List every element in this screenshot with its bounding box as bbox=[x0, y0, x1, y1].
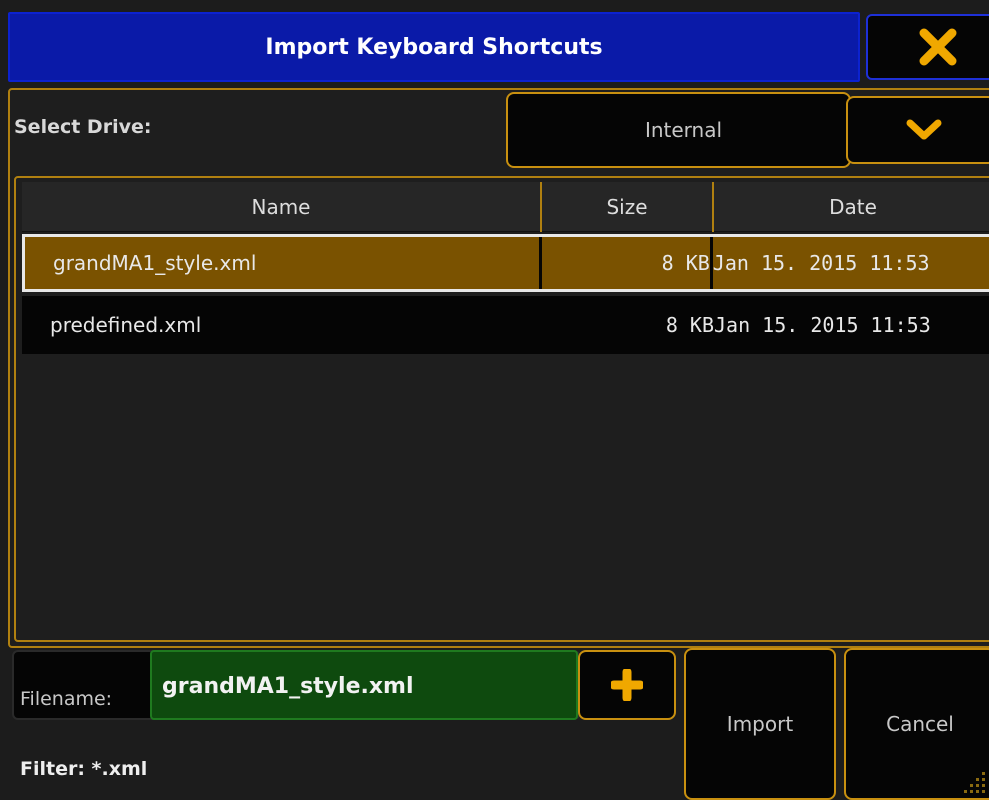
file-date: Jan 15. 2015 11:53 bbox=[714, 313, 931, 337]
file-list-header: Name Size Date bbox=[22, 182, 989, 232]
chevron-down-icon bbox=[906, 119, 942, 140]
file-size: 8 KB bbox=[665, 313, 714, 337]
drive-dropdown-button[interactable] bbox=[846, 96, 989, 164]
dialog-title: Import Keyboard Shortcuts bbox=[8, 12, 860, 82]
close-x-icon bbox=[919, 28, 957, 66]
column-header-size[interactable]: Size bbox=[542, 182, 714, 232]
file-row-selected[interactable]: grandMA1_style.xml 8 KB Jan 15. 2015 11:… bbox=[22, 234, 989, 292]
resize-grip-icon[interactable] bbox=[958, 768, 988, 798]
file-name: grandMA1_style.xml bbox=[25, 237, 542, 289]
close-button[interactable] bbox=[866, 14, 989, 80]
plus-icon bbox=[611, 669, 643, 701]
column-header-name[interactable]: Name bbox=[22, 182, 542, 232]
file-name: predefined.xml bbox=[50, 313, 202, 337]
file-list: Name Size Date grandMA1_style.xml 8 KB J… bbox=[14, 176, 989, 642]
file-row[interactable]: predefined.xml 8 KB Jan 15. 2015 11:53 bbox=[22, 296, 989, 354]
file-size: 8 KB bbox=[542, 237, 713, 289]
column-header-date[interactable]: Date bbox=[714, 182, 989, 232]
drive-select[interactable]: Internal bbox=[506, 92, 851, 168]
select-drive-label: Select Drive: bbox=[14, 116, 152, 138]
filter-label: Filter: *.xml bbox=[20, 758, 148, 780]
filename-label: Filename: bbox=[20, 688, 113, 710]
add-button[interactable] bbox=[578, 650, 676, 720]
file-date: Jan 15. 2015 11:53 bbox=[712, 251, 930, 275]
import-button[interactable]: Import bbox=[684, 648, 836, 800]
filename-input[interactable]: grandMA1_style.xml bbox=[150, 650, 578, 720]
import-dialog: Import Keyboard Shortcuts Select Drive: … bbox=[0, 0, 989, 800]
